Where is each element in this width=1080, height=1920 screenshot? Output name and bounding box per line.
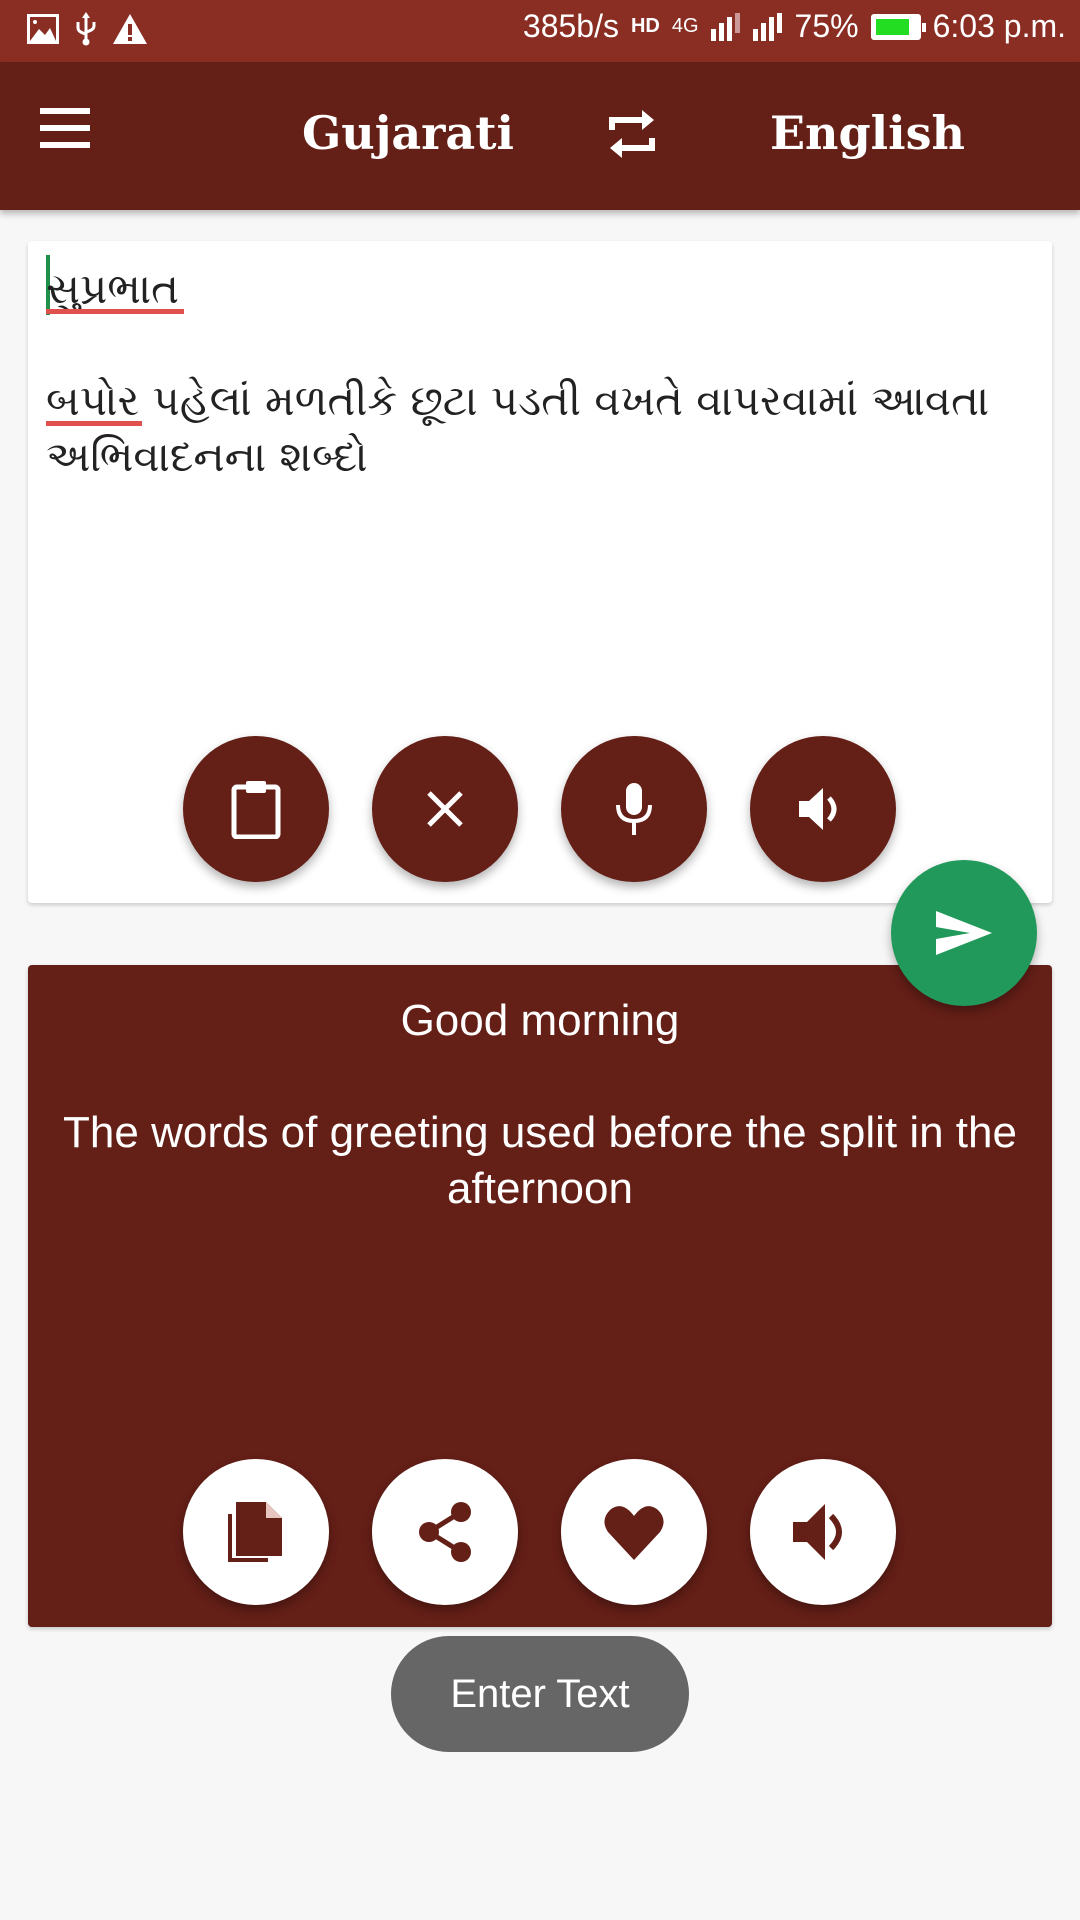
status-left-icons (26, 12, 148, 46)
battery-percent: 75% (794, 8, 859, 44)
clear-button[interactable] (372, 736, 518, 882)
close-icon (427, 791, 463, 827)
speaker-icon (799, 788, 837, 830)
usb-icon (76, 12, 96, 46)
translated-text: Good morning The words of greeting used … (63, 996, 1017, 1213)
network-type: 4G (671, 15, 699, 37)
hd-voice-icon: HD (630, 15, 660, 37)
translate-button[interactable] (891, 860, 1037, 1006)
menu-icon[interactable] (40, 108, 96, 158)
status-right: 385b/s HD 4G 75% 6:03 p.m. (523, 8, 1066, 45)
clipboard-icon (231, 781, 281, 839)
signal-icon-sim1 (710, 12, 740, 41)
source-language-button[interactable]: Gujarati (302, 106, 514, 160)
favorite-button[interactable] (561, 1459, 707, 1605)
speaker-icon (793, 1504, 842, 1560)
status-bar: 385b/s HD 4G 75% 6:03 p.m. (0, 0, 1080, 62)
copy-icon (228, 1502, 282, 1562)
image-icon (27, 14, 59, 44)
microphone-icon (616, 783, 652, 835)
heart-icon (604, 1506, 664, 1560)
target-language-button[interactable]: English (770, 106, 965, 160)
spellcheck-underline (46, 421, 142, 426)
share-icon (419, 1502, 471, 1562)
spellcheck-underline (46, 309, 184, 314)
toast-message: Enter Text (391, 1636, 689, 1752)
input-card: સુપ્રભાત બપોર પહેલાં મળતીકે છૂટા પડતી વખ… (28, 241, 1052, 903)
voice-input-button[interactable] (561, 736, 707, 882)
signal-icon-sim2 (752, 12, 782, 41)
network-speed: 385b/s (522, 8, 619, 44)
output-card: Good morning The words of greeting used … (28, 965, 1052, 1627)
app-bar: Gujarati English (0, 62, 1080, 210)
battery-icon (870, 13, 926, 40)
battery-fill (875, 18, 909, 35)
swap-icon[interactable] (604, 106, 660, 162)
paste-button[interactable] (183, 736, 329, 882)
copy-button[interactable] (183, 1459, 329, 1605)
warning-icon (113, 14, 147, 44)
share-button[interactable] (372, 1459, 518, 1605)
source-text-input[interactable]: સુપ્રભાત બપોર પહેલાં મળતીકે છૂટા પડતી વખ… (46, 261, 1012, 485)
speak-output-button[interactable] (750, 1459, 896, 1605)
send-icon (936, 911, 992, 955)
clock: 6:03 p.m. (932, 8, 1066, 44)
speak-input-button[interactable] (750, 736, 896, 882)
